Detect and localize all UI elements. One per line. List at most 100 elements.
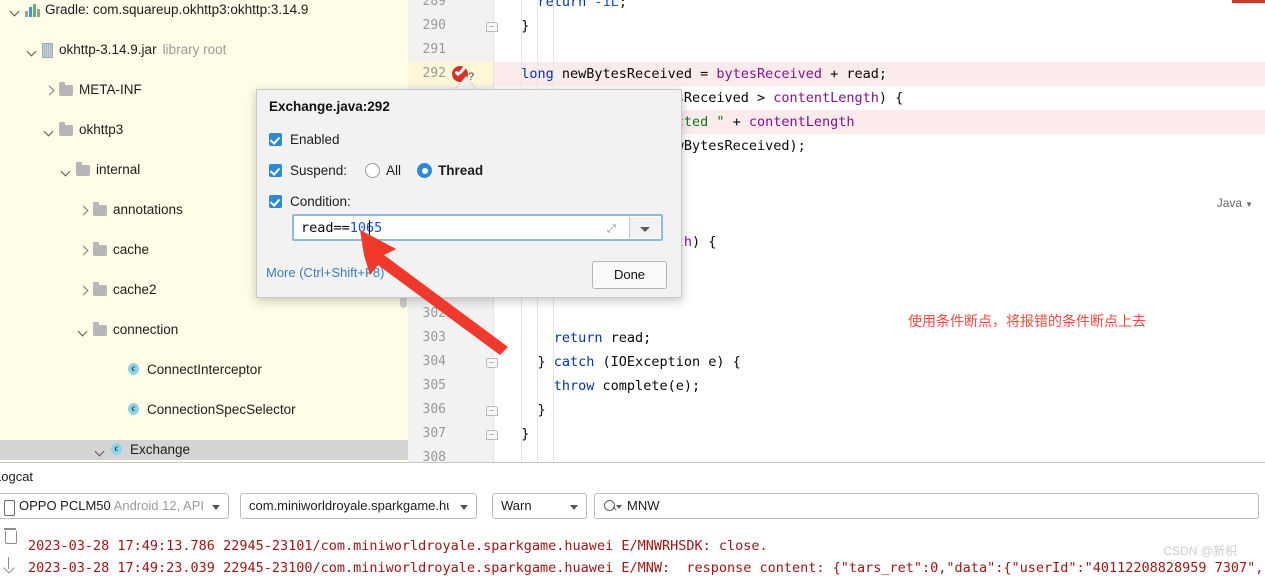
tree-item-exchange[interactable]: Exchange <box>0 440 408 460</box>
code-line[interactable]: return read; <box>505 326 652 350</box>
condition-input-text: read==1065 <box>301 220 382 236</box>
suspend-row[interactable]: Suspend: All Thread <box>269 163 483 178</box>
error-stripe-marker <box>1232 0 1265 3</box>
expand-editor-icon[interactable]: ⤢ <box>607 223 619 235</box>
tree-item-connectionspecselector[interactable]: ConnectionSpecSelector <box>0 400 408 420</box>
code-token: } <box>505 354 554 370</box>
fold-marker-icon[interactable] <box>486 350 498 374</box>
line-number: 290 <box>422 18 446 33</box>
chevron-down-icon[interactable] <box>27 45 38 56</box>
tree-item-gradle-com-squareup-okhttp3-okhttp-3-14-9[interactable]: Gradle: com.squareup.okhttp3:okhttp:3.14… <box>0 0 408 20</box>
condition-history-dropdown[interactable] <box>629 217 660 238</box>
enabled-checkbox-row[interactable]: Enabled <box>269 132 340 147</box>
enabled-checkbox[interactable] <box>269 133 282 146</box>
tab-logcat[interactable]: Logcat <box>0 469 33 484</box>
chevron-down-icon[interactable] <box>10 5 21 16</box>
log-line[interactable]: 2023-03-28 17:49:13.786 22945-23101/com.… <box>28 535 768 557</box>
code-token: + read; <box>822 66 888 82</box>
suspend-thread-radio[interactable]: Thread <box>417 163 483 178</box>
folder-icon <box>59 121 73 136</box>
line-number: 303 <box>422 330 446 345</box>
condition-row[interactable]: Condition: <box>269 194 351 209</box>
chevron-down-icon[interactable] <box>44 125 55 136</box>
gradle-icon <box>25 3 40 17</box>
radio-thread[interactable] <box>417 163 433 178</box>
chevron-down-icon: ▼ <box>1245 200 1253 209</box>
logcat-panel[interactable]: Logcat OPPO PCLM50 Android 12, API 31 co… <box>0 462 1265 577</box>
suspend-checkbox[interactable] <box>269 164 282 177</box>
code-line[interactable]: } <box>505 422 529 446</box>
radio-all[interactable] <box>365 163 381 178</box>
code-token: -1L <box>594 0 619 10</box>
chevron-right-icon[interactable] <box>78 245 89 256</box>
tree-item-okhttp-3-14-9-jar[interactable]: okhttp-3.14.9.jar library root <box>0 40 408 60</box>
code-token: catch <box>553 354 595 370</box>
text-caret <box>369 220 370 237</box>
tree-item-label: Exchange <box>130 442 191 457</box>
chevron-right-icon[interactable] <box>44 85 55 96</box>
code-token: (IOException e) { <box>594 354 741 370</box>
code-token: ) { <box>878 90 904 106</box>
fold-marker-icon[interactable] <box>486 422 498 446</box>
code-line[interactable]: } <box>505 14 529 38</box>
package-select[interactable]: com.miniworldroyale.sparkgame.huawei <box>240 493 477 519</box>
tree-item-label: okhttp-3.14.9.jar <box>59 42 157 57</box>
tree-item-connection[interactable]: connection <box>0 320 408 340</box>
done-button[interactable]: Done <box>592 261 667 289</box>
phone-icon <box>4 500 15 516</box>
fold-marker-icon[interactable] <box>486 14 498 38</box>
code-token: contentLength <box>773 90 879 106</box>
chevron-down-icon[interactable] <box>616 505 622 509</box>
folder-icon <box>93 201 107 216</box>
chevron-down-icon[interactable] <box>78 325 89 336</box>
class-icon <box>127 362 141 377</box>
tree-item-label: META-INF <box>79 82 142 97</box>
code-token: newBytesReceived = <box>553 66 717 82</box>
chevron-down-icon[interactable] <box>61 165 72 176</box>
chevron-right-icon[interactable] <box>78 285 89 296</box>
code-line[interactable]: } catch (IOException e) { <box>505 350 741 374</box>
jar-icon <box>42 42 53 58</box>
tree-item-label: connection <box>113 322 179 337</box>
log-level-value: Warn <box>501 498 532 513</box>
device-select[interactable]: OPPO PCLM50 Android 12, API 31 <box>0 493 229 519</box>
tree-item-sublabel: library root <box>162 42 227 57</box>
tree-item-label: cache2 <box>113 282 157 297</box>
code-line[interactable]: throw complete(e); <box>505 374 700 398</box>
package-filter-value: com.miniworldroyale.sparkgame.huawei <box>249 498 449 513</box>
tree-item-label: okhttp3 <box>79 122 124 137</box>
code-line[interactable]: return -1L; <box>505 0 627 14</box>
logcat-search-input[interactable]: MNW <box>594 493 1259 519</box>
code-token: ) { <box>691 234 717 250</box>
condition-language-select[interactable]: Java ▼ <box>1217 196 1253 210</box>
condition-input[interactable]: read==1065 ⤢ <box>292 214 663 241</box>
line-number: 289 <box>422 0 446 9</box>
code-line[interactable]: long newBytesReceived = bytesReceived + … <box>505 62 887 86</box>
more-link[interactable]: More (Ctrl+Shift+F8) <box>266 265 384 280</box>
tree-item-connectinterceptor[interactable]: ConnectInterceptor <box>0 360 408 380</box>
log-line[interactable]: 2023-03-28 17:49:23.039 22945-23100/com.… <box>28 557 1265 577</box>
condition-checkbox[interactable] <box>269 195 282 208</box>
code-line[interactable]: } <box>505 398 546 422</box>
search-icon <box>604 500 615 511</box>
log-output-area[interactable]: 2023-03-28 17:49:13.786 22945-23101/com.… <box>0 523 1265 577</box>
logcat-toolbar[interactable]: OPPO PCLM50 Android 12, API 31 com.miniw… <box>0 491 1265 522</box>
suspend-all-radio[interactable]: All <box>365 163 401 178</box>
condition-label: Condition: <box>290 194 351 209</box>
suspend-all-label: All <box>386 163 402 178</box>
chevron-down-icon[interactable] <box>95 445 106 456</box>
log-toolbar-gutter[interactable] <box>0 523 22 577</box>
tree-item-label: cache <box>113 242 150 257</box>
clear-logcat-icon[interactable] <box>4 528 17 544</box>
scroll-to-end-icon[interactable] <box>8 557 10 569</box>
code-token: long <box>521 66 554 82</box>
code-token: contentLength <box>748 114 855 130</box>
chevron-right-icon[interactable] <box>78 205 89 216</box>
folder-icon <box>93 321 107 336</box>
fold-marker-icon[interactable] <box>486 398 498 422</box>
log-level-select[interactable]: Warn <box>492 493 587 519</box>
logcat-tabbar[interactable]: Logcat <box>0 462 1265 492</box>
